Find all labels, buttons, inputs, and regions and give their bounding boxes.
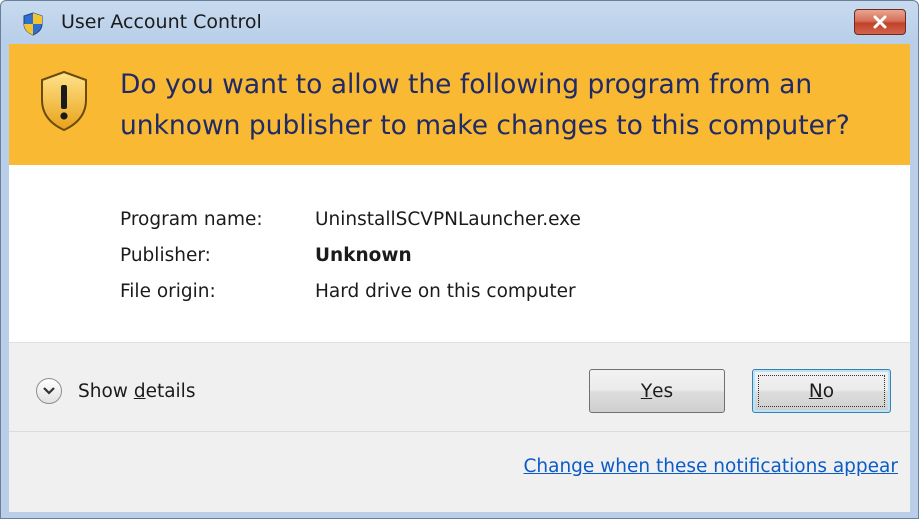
warning-banner: Do you want to allow the following progr… (9, 44, 910, 165)
program-info: Program name: UninstallSCVPNLauncher.exe… (120, 209, 581, 317)
dialog-footer: Show details Yes No Change when these no… (9, 342, 910, 512)
close-icon (873, 15, 887, 29)
title-bar[interactable]: User Account Control (1, 1, 918, 45)
dialog-content: Do you want to allow the following progr… (9, 44, 910, 512)
info-row-file-origin: File origin: Hard drive on this computer (120, 281, 581, 317)
window-title: User Account Control (61, 11, 262, 33)
expand-circle[interactable] (36, 378, 62, 404)
show-details-toggle[interactable]: Show details (36, 378, 195, 404)
uac-shield-icon (23, 12, 43, 36)
footer-divider (9, 431, 910, 432)
uac-question-text: Do you want to allow the following progr… (120, 69, 850, 141)
program-name-label: Program name: (120, 209, 263, 230)
yes-button[interactable]: Yes (589, 369, 725, 413)
show-details-label[interactable]: Show details (78, 381, 195, 402)
change-notifications-link[interactable]: Change when these notifications appear (523, 456, 898, 477)
publisher-label: Publisher: (120, 245, 211, 266)
warning-shield-icon (41, 70, 87, 132)
publisher-value: Unknown (315, 245, 412, 266)
uac-dialog-window: User Account Control Do you want to allo… (0, 0, 919, 519)
file-origin-value: Hard drive on this computer (315, 281, 576, 302)
focus-rectangle (758, 375, 885, 407)
no-button[interactable]: No (752, 369, 891, 413)
program-name-value: UninstallSCVPNLauncher.exe (315, 209, 581, 230)
info-row-program-name: Program name: UninstallSCVPNLauncher.exe (120, 209, 581, 245)
close-button[interactable] (854, 9, 906, 35)
file-origin-label: File origin: (120, 281, 216, 302)
info-row-publisher: Publisher: Unknown (120, 245, 581, 281)
chevron-down-icon (43, 387, 55, 395)
